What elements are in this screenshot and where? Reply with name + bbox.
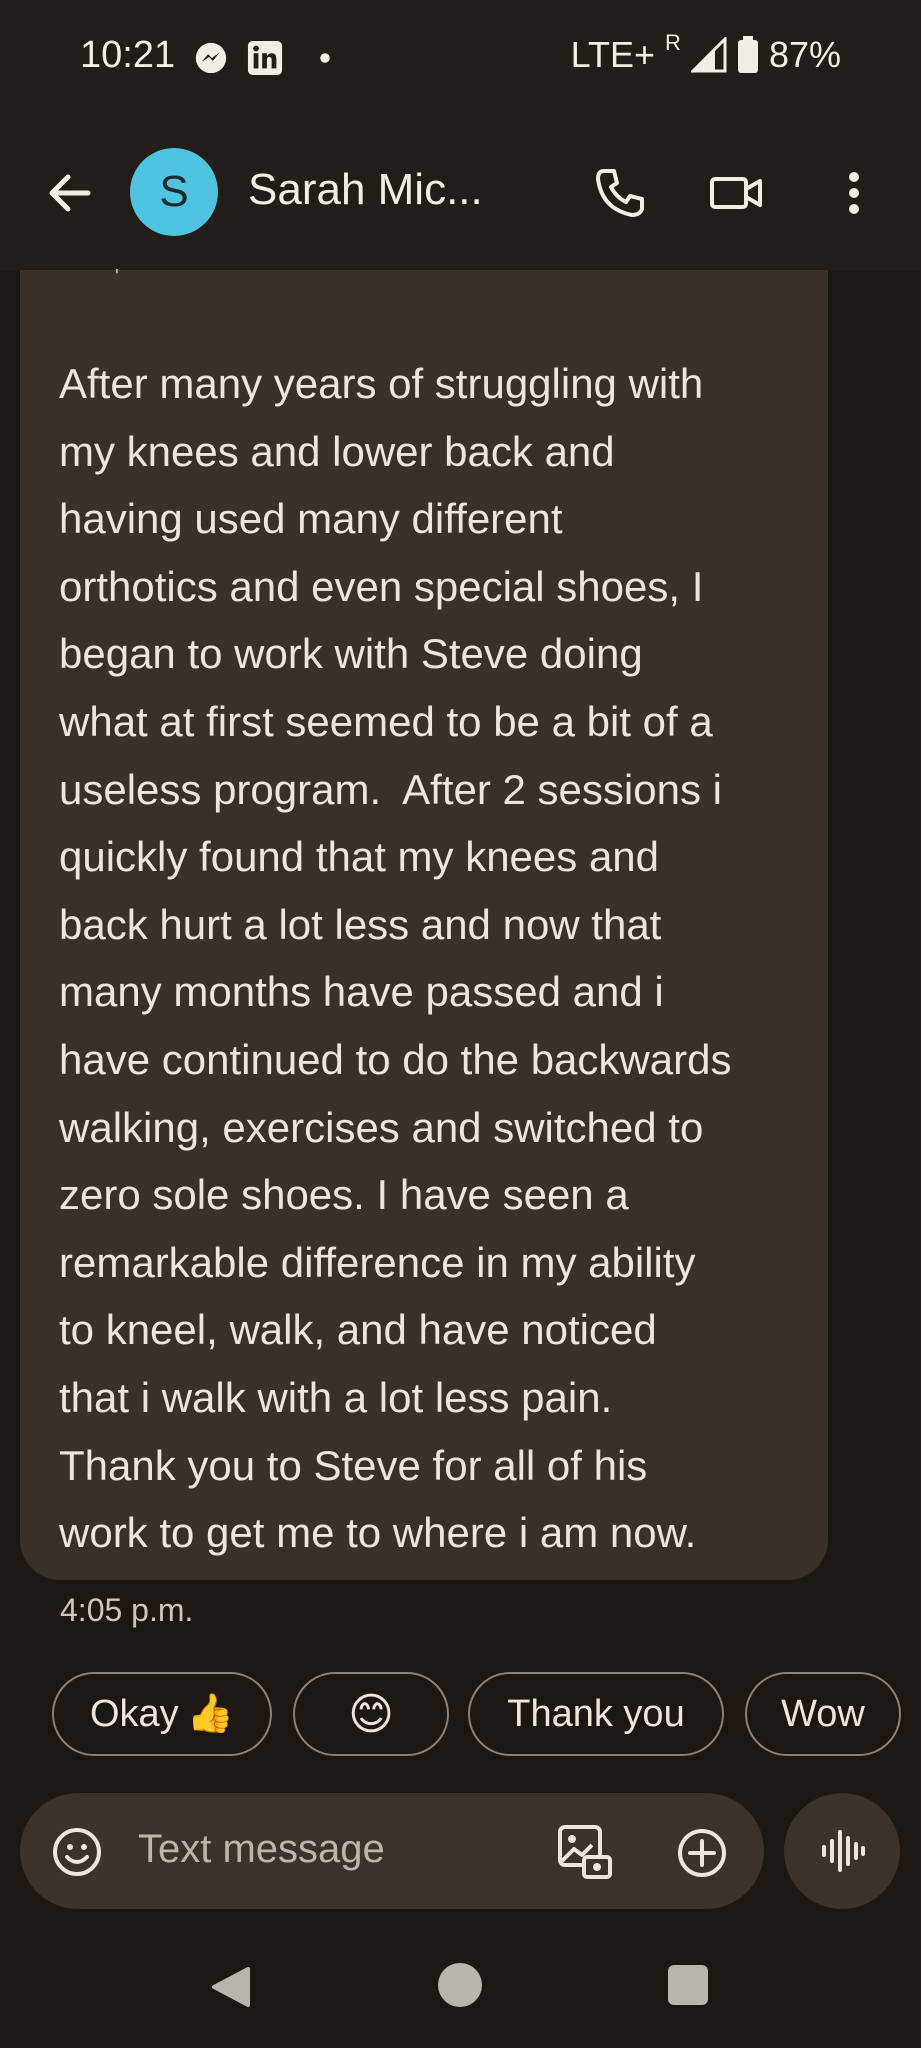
chip-label: Wow — [781, 1692, 865, 1735]
chip-label: Okay — [89, 1692, 179, 1735]
messenger-icon — [195, 42, 227, 74]
network-type: LTE+ — [570, 34, 656, 75]
linkedin-icon — [247, 40, 283, 76]
gallery-attach-icon[interactable] — [556, 1823, 616, 1883]
smart-reply-wow[interactable]: Wow — [745, 1672, 901, 1756]
status-bar: 10:21 LTE+ R 87% — [0, 0, 921, 115]
bubble-clipped-text: ' — [115, 266, 119, 288]
phone-call-icon[interactable] — [590, 163, 650, 223]
more-options-icon[interactable] — [836, 163, 872, 223]
add-attachment-icon[interactable] — [676, 1827, 728, 1879]
voice-message-button[interactable] — [784, 1793, 900, 1909]
signal-icon — [690, 37, 727, 73]
contact-name[interactable]: Sarah Mic... — [248, 165, 483, 215]
battery-icon — [737, 36, 758, 73]
smart-reply-smile[interactable]: 😊 — [293, 1672, 449, 1756]
chip-label: Thank you — [507, 1692, 685, 1735]
status-right-group: LTE+ R 87% — [570, 30, 841, 76]
roaming-indicator: R — [665, 30, 681, 55]
smart-reply-thank-you[interactable]: Thank you — [468, 1672, 724, 1756]
message-bubble[interactable]: ' After many years of struggling with my… — [20, 266, 828, 1580]
message-timestamp: 4:05 p.m. — [60, 1592, 194, 1628]
text-message-input[interactable]: Text message — [138, 1827, 385, 1872]
dot-icon — [320, 53, 330, 63]
nav-recents-icon[interactable] — [668, 1965, 708, 2005]
nav-home-icon[interactable] — [438, 1963, 482, 2007]
message-composer[interactable]: Text message — [20, 1793, 764, 1909]
emoji-icon[interactable] — [52, 1827, 102, 1877]
battery-percent: 87% — [768, 34, 841, 75]
thumbs-up-icon: 👍 — [186, 1693, 235, 1735]
voice-waveform-icon — [822, 1830, 865, 1872]
status-time: 10:21 — [80, 34, 176, 76]
system-navigation-bar — [0, 1925, 921, 2048]
smiling-face-icon: 😊 — [348, 1689, 394, 1739]
nav-back-icon[interactable] — [208, 1965, 252, 2009]
contact-avatar[interactable]: S — [130, 148, 218, 236]
message-text: After many years of struggling with my k… — [59, 360, 732, 1557]
smart-reply-okay[interactable]: Okay 👍 — [52, 1672, 272, 1756]
video-call-icon[interactable] — [706, 163, 766, 223]
back-arrow-icon[interactable] — [40, 163, 100, 223]
conversation-header: S Sarah Mic... — [0, 115, 921, 270]
